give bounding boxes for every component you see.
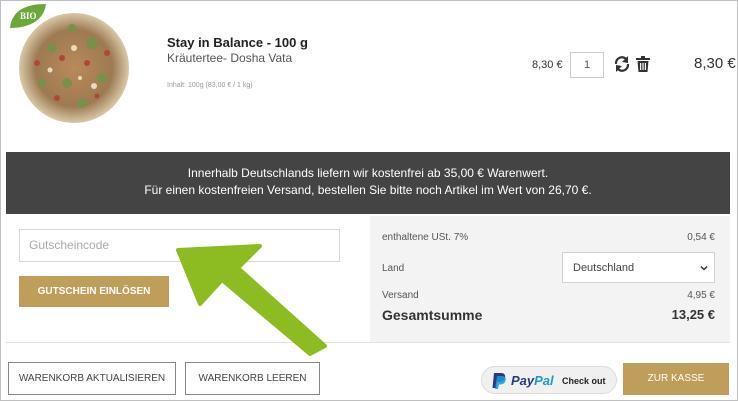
shipping-value: 4,95 € [687, 290, 715, 301]
trash-icon[interactable] [636, 56, 650, 72]
quantity-input[interactable]: 1 [570, 52, 604, 78]
checkout-button[interactable]: ZUR KASSE [623, 363, 729, 395]
product-unit-info: Inhalt: 100g (83,00 € / 1 kg) [167, 82, 253, 89]
svg-text:BIO: BIO [20, 11, 37, 21]
grand-total-value: 13,25 € [671, 307, 715, 322]
paypal-checkout-button[interactable]: PayPal Check out [481, 366, 617, 394]
product-name[interactable]: Stay in Balance - 100 g [167, 35, 308, 50]
chevron-down-icon [700, 265, 708, 271]
redeem-coupon-button[interactable]: GUTSCHEIN EINLÖSEN [19, 276, 169, 307]
country-select[interactable]: Deutschland [562, 252, 715, 283]
green-arrow-annotation [176, 244, 327, 356]
grand-total-label: Gesamtsumme [382, 307, 483, 323]
banner-line-2: Für einen kostenfreien Versand, bestelle… [144, 183, 592, 197]
bio-badge-icon: BIO [10, 4, 46, 28]
country-select-value: Deutschland [573, 262, 635, 274]
tax-value: 0,54 € [687, 232, 715, 243]
line-total: 8,30 € [694, 55, 736, 72]
refresh-icon[interactable] [613, 55, 631, 73]
banner-line-1: Innerhalb Deutschlands liefern wir koste… [187, 166, 549, 180]
tax-label: enthaltene USt. 7% [382, 232, 469, 243]
paypal-logo-icon [492, 373, 506, 389]
paypal-wordmark: PayPal [511, 373, 554, 388]
divider [6, 342, 730, 343]
product-subtitle: Kräutertee- Dosha Vata [167, 51, 293, 65]
clear-cart-button[interactable]: WARENKORB LEEREN [185, 362, 320, 395]
paypal-checkout-label: Check out [562, 376, 606, 386]
product-unit-price: 8,30 € [532, 59, 563, 71]
update-cart-button[interactable]: WARENKORB AKTUALISIEREN [8, 362, 176, 395]
shipping-label: Versand [382, 290, 419, 301]
paypal-wordmark-pay: Pay [511, 373, 535, 388]
paypal-wordmark-pal: Pal [534, 373, 554, 388]
free-shipping-banner: Innerhalb Deutschlands liefern wir koste… [6, 152, 730, 214]
country-label: Land [382, 263, 405, 274]
